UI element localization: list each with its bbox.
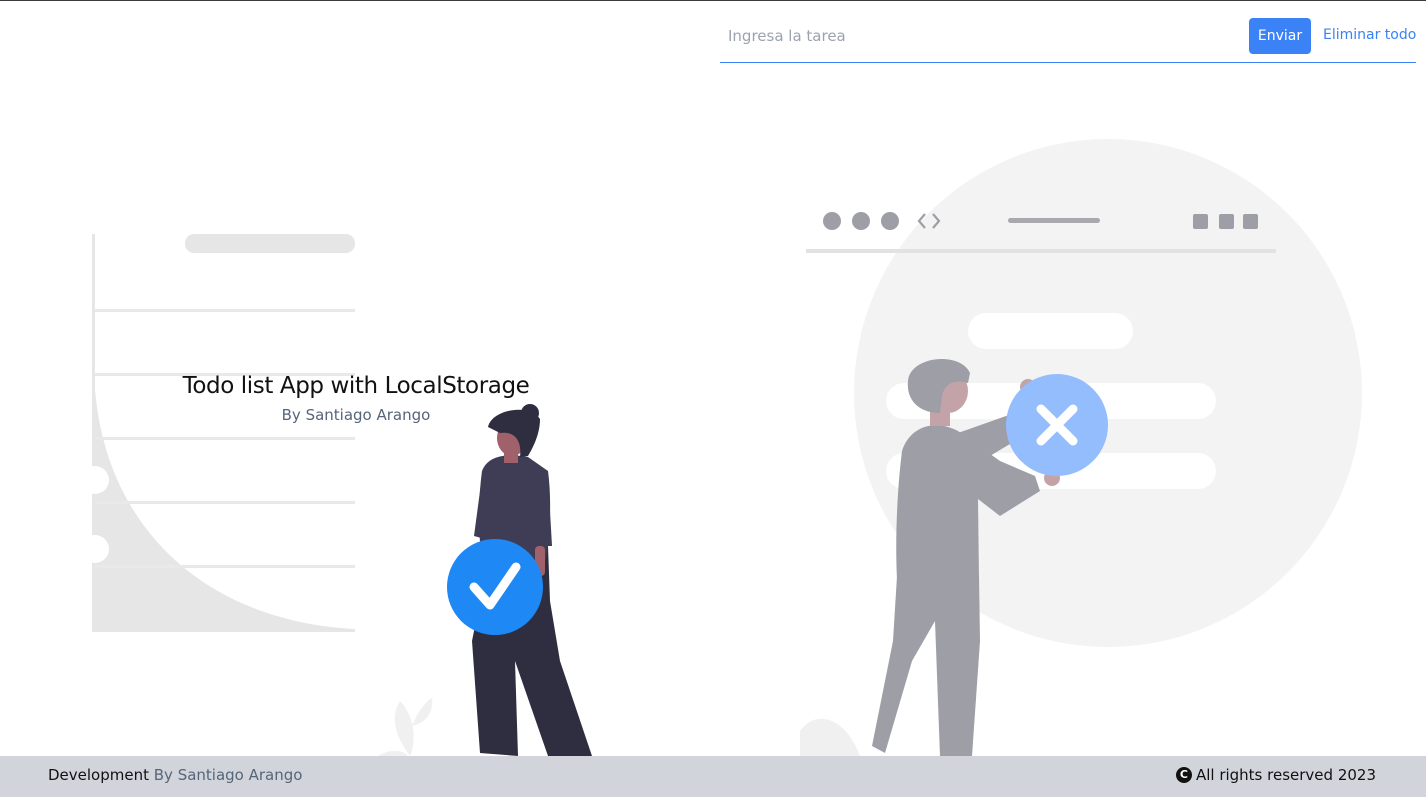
footer-rights: C All rights reserved 2023	[1175, 766, 1376, 784]
check-circle-illustration	[447, 539, 543, 635]
plant-illustration	[378, 698, 860, 756]
clear-all-link[interactable]: Eliminar todo	[1323, 27, 1416, 43]
task-form: Enviar Eliminar todo	[720, 17, 1416, 63]
send-button[interactable]: Enviar	[1249, 18, 1311, 54]
page-title: Todo list App with LocalStorage	[182, 373, 530, 399]
footer-credit: Development By Santiago Arango	[48, 766, 302, 784]
background-illustration	[81, 139, 1362, 756]
page-subtitle: By Santiago Arango	[281, 406, 431, 424]
task-input[interactable]	[720, 20, 1240, 52]
footer-author: By Santiago Arango	[153, 766, 303, 784]
document-illustration	[81, 234, 355, 632]
footer-rights-text: All rights reserved 2023	[1195, 766, 1376, 784]
footer: Development By Santiago Arango C All rig…	[0, 756, 1426, 797]
copyright-icon: C	[1175, 767, 1192, 783]
x-circle-illustration	[1006, 374, 1108, 476]
footer-prefix: Development	[48, 766, 149, 784]
